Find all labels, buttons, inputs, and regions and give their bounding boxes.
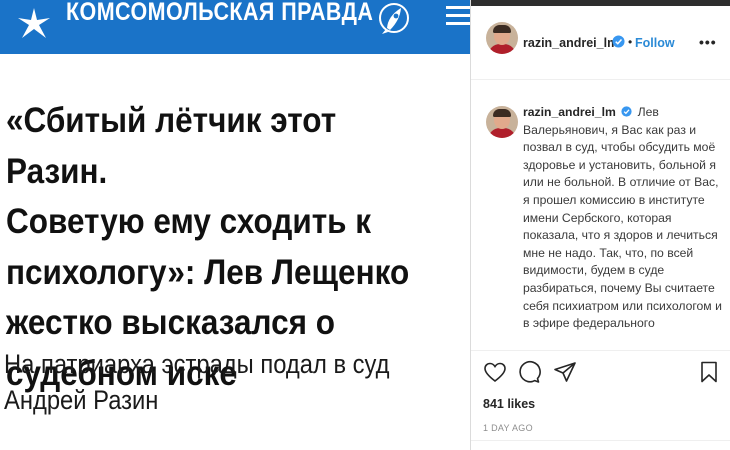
kp-header: КОМСОМОЛЬСКАЯ ПРАВДА bbox=[0, 0, 470, 54]
heart-icon[interactable] bbox=[483, 360, 507, 384]
verified-icon bbox=[612, 35, 625, 48]
comment-icon[interactable] bbox=[517, 360, 541, 384]
headline-line: психологу»: Лев Лещенко bbox=[6, 252, 410, 292]
instagram-post-panel: razin_andrei_lm • Follow ••• razin_andre… bbox=[470, 0, 730, 450]
article-subheadline: На патриарха эстрады подал в суд Андрей … bbox=[4, 346, 418, 418]
username-link[interactable]: razin_andrei_lm bbox=[523, 36, 618, 50]
post-header: razin_andrei_lm • Follow ••• bbox=[471, 6, 730, 80]
star-logo-icon bbox=[18, 8, 50, 38]
verified-icon bbox=[621, 106, 632, 117]
avatar[interactable] bbox=[486, 22, 518, 54]
article-screenshot: КОМСОМОЛЬСКАЯ ПРАВДА «Сбитый лётчик этот… bbox=[0, 0, 470, 450]
post-actions: 841 likes 1 DAY AGO bbox=[471, 350, 730, 450]
save-icon[interactable] bbox=[697, 360, 721, 384]
more-options-button[interactable]: ••• bbox=[699, 34, 717, 50]
follow-button[interactable]: Follow bbox=[635, 36, 675, 50]
headline-line: «Сбитый лётчик этот Разин. bbox=[6, 101, 337, 191]
divider bbox=[471, 440, 730, 441]
menu-icon[interactable] bbox=[446, 6, 470, 28]
comment-avatar[interactable] bbox=[486, 106, 518, 138]
post-timestamp: 1 DAY AGO bbox=[483, 423, 533, 433]
share-icon[interactable] bbox=[553, 360, 577, 384]
headline-line: жестко высказался о bbox=[6, 303, 336, 342]
brand-title: КОМСОМОЛЬСКАЯ ПРАВДА bbox=[66, 0, 374, 26]
comment-username[interactable]: razin_andrei_lm bbox=[523, 105, 616, 119]
rocket-icon bbox=[379, 3, 409, 34]
subheadline-line: На патриарха эстрады подал в суд bbox=[4, 349, 390, 379]
subheadline-line: Андрей Разин bbox=[4, 385, 159, 415]
caption-comment: razin_andrei_lm Лев Валерьянович, я Вас … bbox=[523, 104, 723, 333]
comment-text: Лев Валерьянович, я Вас как раз и позвал… bbox=[523, 105, 722, 331]
headline-line: Советую ему сходить к bbox=[6, 202, 372, 241]
likes-count[interactable]: 841 likes bbox=[483, 397, 535, 411]
separator-dot: • bbox=[628, 35, 633, 49]
